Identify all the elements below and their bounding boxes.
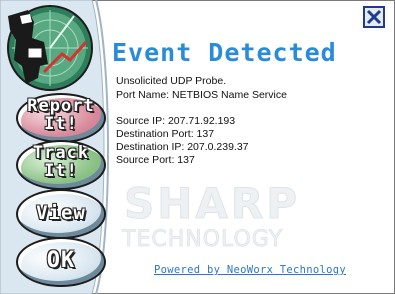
report-it-label-line2: It!: [44, 114, 78, 134]
message-probe-type: Unsolicited UDP Probe.: [116, 75, 227, 87]
close-x-icon: [366, 9, 382, 25]
watermark-word-technology: TECHNOLOGY: [121, 227, 283, 252]
hacker-radar-logo: [7, 5, 93, 91]
ok-button-label: OK: [46, 248, 76, 273]
message-source-ip: Source IP: 207.71.92.193: [116, 115, 236, 127]
ok-button[interactable]: OK: [16, 237, 106, 287]
close-button[interactable]: [363, 6, 385, 28]
dialog-title: Event Detected: [112, 38, 337, 67]
message-destination-port: Destination Port: 137: [116, 128, 215, 140]
track-it-label-line2: It!: [44, 161, 78, 181]
message-destination-ip: Destination IP: 207.0.239.37: [116, 141, 249, 153]
view-button-label: View: [36, 202, 86, 224]
report-it-button[interactable]: Report It!: [16, 93, 106, 143]
message-source-port: Source Port: 137: [116, 154, 195, 166]
message-port-name: Port Name: NETBIOS Name Service: [116, 89, 287, 101]
powered-by-link[interactable]: Powered by NeoWorx Technology: [154, 264, 346, 276]
sidebar: Report It! Track It! View OK: [0, 0, 110, 294]
track-it-button[interactable]: Track It!: [16, 140, 106, 190]
sharp-technology-watermark: SHARP TECHNOLOGY: [121, 179, 300, 253]
watermark-word-sharp: SHARP: [124, 179, 300, 228]
view-button[interactable]: View: [16, 189, 106, 239]
